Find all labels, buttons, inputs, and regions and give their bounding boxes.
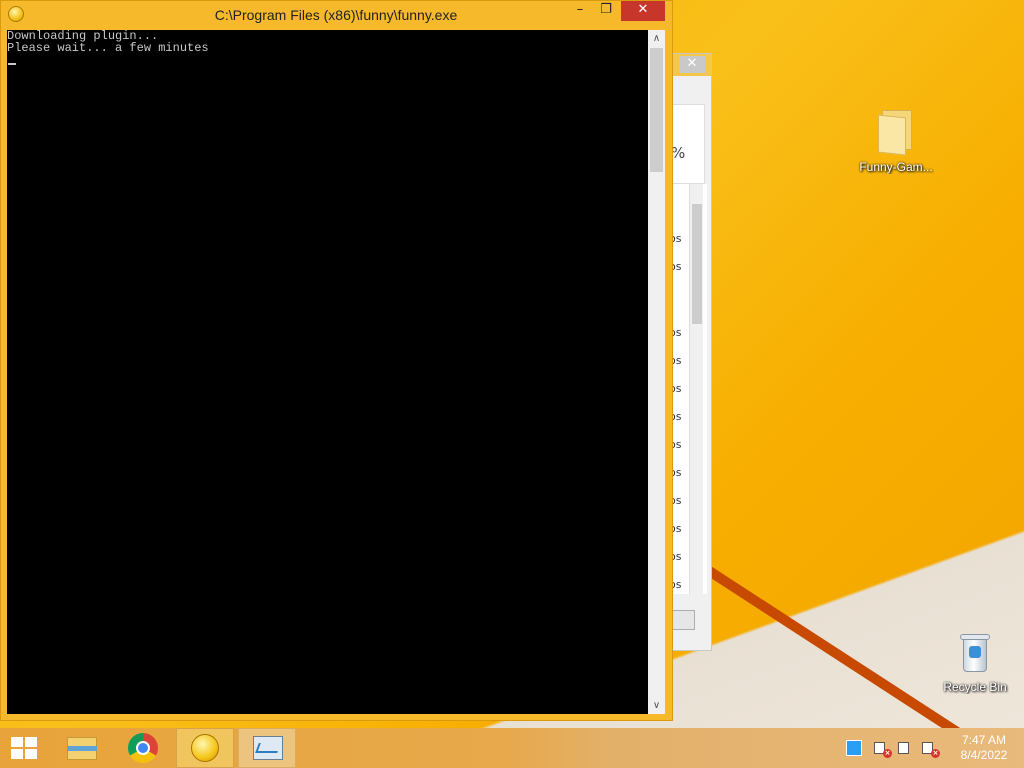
console-cursor (8, 63, 16, 65)
folder-icon (878, 110, 914, 156)
clock-date: 8/4/2022 (960, 748, 1008, 762)
system-tray: × × 7:47 AM 8/4/2022 (838, 728, 1024, 768)
taskbar-funny[interactable] (176, 728, 234, 768)
background-window-percent: % (671, 144, 686, 162)
scroll-thumb[interactable] (650, 48, 663, 172)
recycle-bin-icon (960, 632, 990, 674)
clock-time: 7:47 AM (961, 733, 1007, 747)
action-center-icon[interactable]: × (922, 740, 940, 758)
desktop: ✕ % os os os os os os os os os os os os … (0, 0, 1024, 728)
start-button[interactable] (0, 728, 48, 768)
desktop-icon-recycle-bin[interactable]: Recycle Bin (935, 632, 1015, 694)
chrome-icon (128, 733, 158, 763)
background-window-scrollbar[interactable] (689, 184, 703, 594)
console-titlebar[interactable]: C:\Program Files (x86)\funny\funny.exe –… (1, 1, 674, 29)
clock[interactable]: 7:47 AM 8/4/2022 (948, 733, 1020, 763)
minimize-button[interactable]: – (567, 1, 593, 21)
flag-icon[interactable] (846, 740, 862, 756)
resource-monitor-icon (253, 736, 283, 760)
volume-muted-icon[interactable]: × (874, 740, 892, 758)
taskbar-chrome[interactable] (114, 728, 172, 768)
taskbar: × × 7:47 AM 8/4/2022 (0, 728, 1024, 768)
desktop-icon-funny-games[interactable]: Funny-Gam... (856, 110, 936, 174)
windows-logo-icon (11, 737, 37, 759)
console-scrollbar[interactable]: ∧ ∨ (648, 30, 665, 714)
taskbar-resource-monitor[interactable] (238, 728, 296, 768)
desktop-icon-label: Recycle Bin (943, 680, 1007, 694)
network-icon[interactable] (898, 740, 914, 756)
console-text: Downloading plugin... Please wait... a fe… (7, 30, 209, 54)
desktop-icon-label: Funny-Gam... (859, 160, 933, 174)
funny-app-icon (191, 734, 219, 762)
background-window-scroll-thumb[interactable] (692, 204, 702, 324)
console-line: Please wait... a few minutes (7, 41, 209, 55)
console-window[interactable]: C:\Program Files (x86)\funny\funny.exe –… (0, 0, 673, 721)
close-button[interactable]: ✕ (621, 1, 665, 21)
background-window-close-button[interactable]: ✕ (679, 56, 705, 73)
console-output[interactable]: Downloading plugin... Please wait... a fe… (7, 30, 648, 714)
taskbar-file-explorer[interactable] (52, 728, 110, 768)
scroll-up-button[interactable]: ∧ (648, 30, 665, 47)
maximize-button[interactable]: ❐ (593, 1, 619, 21)
scroll-down-button[interactable]: ∨ (648, 697, 665, 714)
